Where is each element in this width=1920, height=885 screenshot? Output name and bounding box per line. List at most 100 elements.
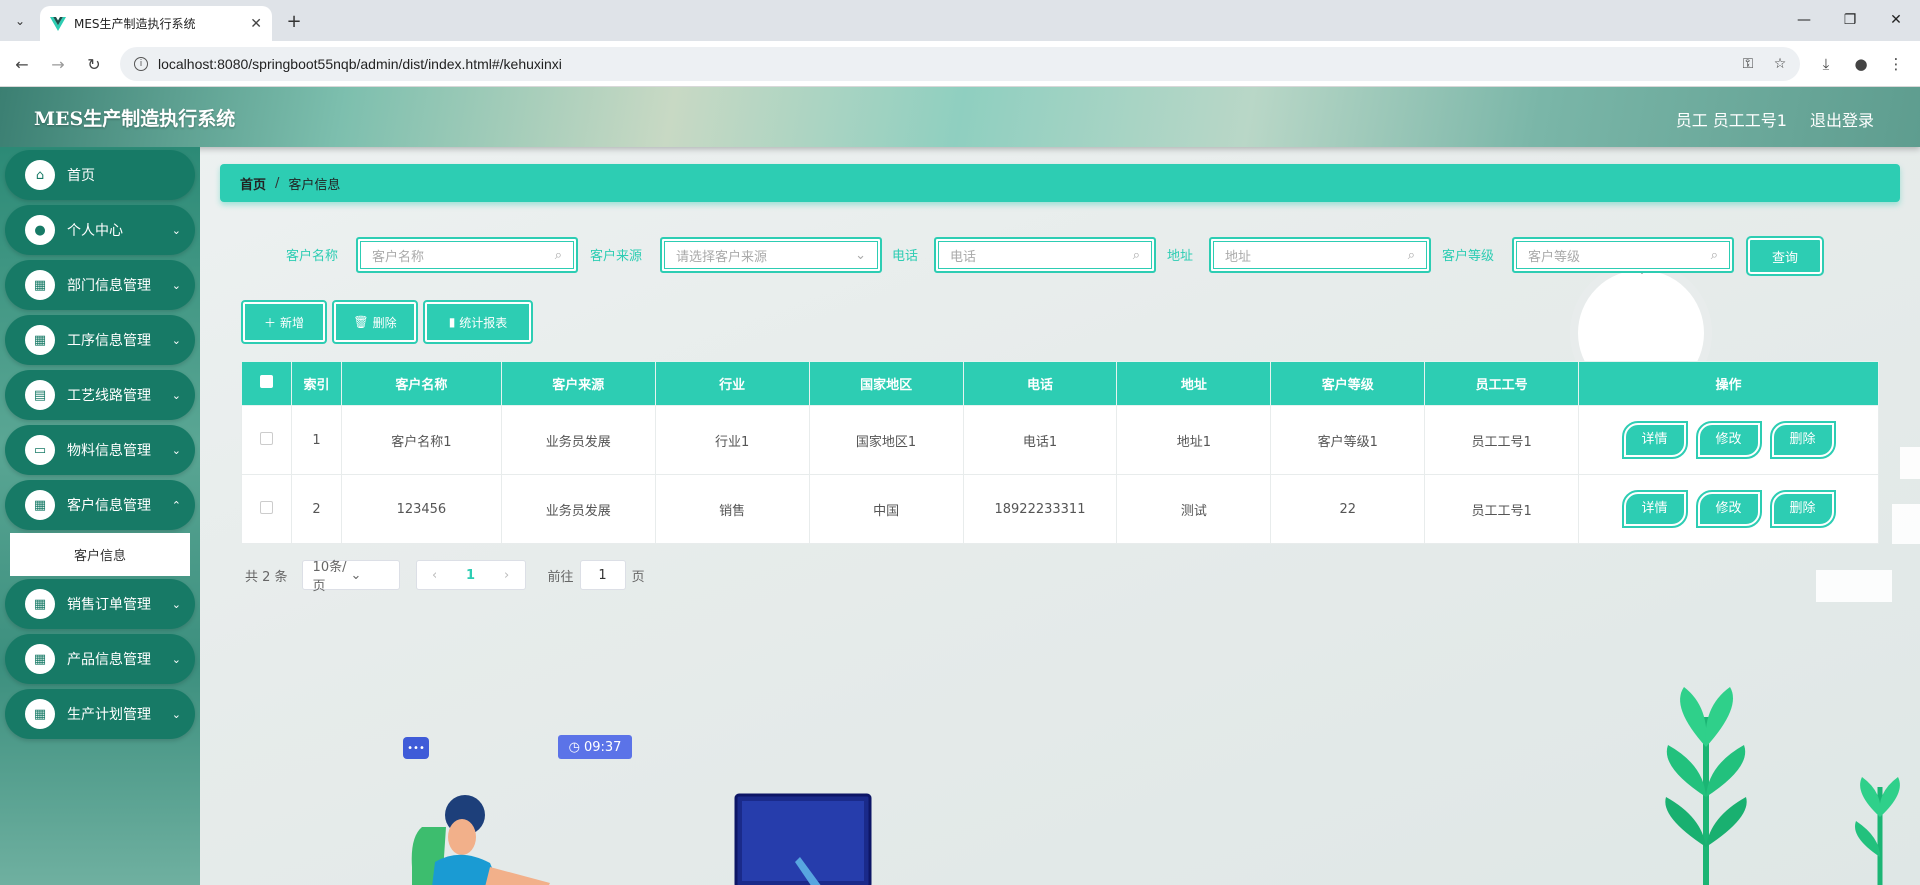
address-bar: ← → ↻ i localhost:8080/springboot55nqb/a…	[0, 41, 1920, 87]
table-cell: 销售	[654, 474, 810, 544]
main-content: 首页 / 客户信息 客户名称 客户名称 ⌕ 客户来源 请选择客户来源 ⌄ 电话 …	[200, 147, 1920, 885]
column-header: 索引	[290, 361, 342, 406]
search-form: 客户名称 客户名称 ⌕ 客户来源 请选择客户来源 ⌄ 电话 电话 ⌕ 地址 地址…	[200, 235, 1920, 276]
row-delete-button[interactable]: 删除	[1769, 421, 1836, 459]
current-page[interactable]: 1	[453, 568, 489, 583]
breadcrumb: 首页 / 客户信息	[220, 164, 1900, 202]
site-info-icon[interactable]: i	[134, 57, 148, 71]
monitor-icon: ▭	[25, 435, 55, 465]
chevron-down-icon: ⌄	[171, 707, 181, 721]
window-close-icon[interactable]: ✕	[1876, 8, 1916, 32]
goto-page: 前往 1 页	[548, 560, 645, 590]
query-button[interactable]: 查询	[1746, 236, 1824, 276]
sidebar-item-personal[interactable]: ● 个人中心 ⌄	[5, 205, 195, 255]
sidebar-item-material[interactable]: ▭ 物料信息管理 ⌄	[5, 425, 195, 475]
grid-icon: ▦	[25, 325, 55, 355]
table-cell: 业务员发展	[500, 474, 656, 544]
sidebar-item-label: 部门信息管理	[67, 278, 151, 294]
customer-level-label: 客户等级	[1442, 249, 1495, 264]
reload-icon[interactable]: ↻	[82, 52, 106, 76]
customer-name-input[interactable]: 客户名称 ⌕	[356, 237, 578, 273]
vue-logo-icon	[50, 16, 66, 31]
select-all-checkbox[interactable]	[259, 375, 273, 388]
tab-search-icon[interactable]: ⌄	[8, 9, 32, 33]
row-select-cell[interactable]	[241, 474, 292, 544]
column-header: 电话	[962, 361, 1118, 406]
grid-icon: ▦	[25, 699, 55, 729]
time-badge: ◷ 09:37	[558, 735, 632, 759]
new-tab-icon[interactable]: +	[282, 9, 306, 33]
search-icon: ⌕	[1132, 247, 1140, 263]
sidebar-item-sales-order[interactable]: ▦ 销售订单管理 ⌄	[5, 579, 195, 629]
customer-level-input[interactable]: 客户等级 ⌕	[1512, 237, 1734, 273]
app-brand: MES生产制造执行系统	[34, 108, 236, 130]
profile-icon[interactable]: ●	[1849, 52, 1873, 76]
back-icon[interactable]: ←	[10, 52, 34, 76]
row-checkbox[interactable]	[259, 431, 273, 445]
forward-icon[interactable]: →	[46, 52, 70, 76]
restore-icon[interactable]: ❐	[1830, 8, 1870, 32]
column-header: 客户来源	[500, 361, 656, 406]
clock-icon: ◷	[568, 739, 580, 755]
edit-button[interactable]: 修改	[1695, 490, 1762, 528]
bookmark-star-icon[interactable]: ☆	[1768, 56, 1792, 72]
address-input[interactable]: 地址 ⌕	[1209, 237, 1431, 273]
password-key-icon[interactable]: ⚿	[1736, 56, 1760, 72]
table-cell: 行业1	[654, 405, 810, 475]
logout-link[interactable]: 退出登录	[1810, 107, 1874, 131]
sidebar-item-route[interactable]: ▤ 工艺线路管理 ⌄	[5, 370, 195, 420]
breadcrumb-home[interactable]: 首页	[240, 174, 266, 193]
address-label: 地址	[1167, 249, 1194, 264]
app: MES生产制造执行系统 员工 员工工号1 退出登录 ⌂ 首页 ● 个人中心 ⌄ …	[0, 87, 1920, 885]
prev-page-icon[interactable]: ‹	[417, 568, 453, 583]
chevron-down-icon: ⌄	[171, 388, 181, 402]
report-button-label: 统计报表	[459, 315, 508, 330]
next-page-icon[interactable]: ›	[489, 568, 525, 583]
detail-button[interactable]: 详情	[1621, 421, 1688, 459]
table-cell: 客户名称1	[340, 405, 502, 475]
delete-button[interactable]: 🗑 删除	[332, 300, 418, 344]
page-size-select[interactable]: 10条/页 ⌄	[301, 560, 400, 594]
download-icon[interactable]: ⤓	[1814, 52, 1838, 76]
submenu-item-customer-info[interactable]: 客户信息	[10, 533, 190, 576]
sidebar-item-label: 物料信息管理	[67, 443, 151, 459]
grid-icon: ▦	[25, 644, 55, 674]
minimize-icon[interactable]: —	[1784, 8, 1824, 32]
customer-source-select[interactable]: 请选择客户来源 ⌄	[660, 237, 882, 273]
row-delete-button[interactable]: 删除	[1769, 490, 1836, 528]
goto-label: 前往	[547, 569, 574, 585]
row-select-cell[interactable]	[241, 405, 292, 475]
table-cell: 业务员发展	[500, 405, 656, 475]
more-menu-icon[interactable]: ⋮	[1884, 52, 1908, 76]
office-worker-illustration	[411, 793, 872, 885]
sidebar-item-home[interactable]: ⌂ 首页	[5, 150, 195, 200]
search-icon: ⌕	[1407, 247, 1415, 263]
sidebar-item-plan[interactable]: ▦ 生产计划管理 ⌄	[5, 689, 195, 739]
chevron-down-icon: ⌄	[171, 443, 181, 457]
detail-button[interactable]: 详情	[1621, 490, 1688, 528]
url-field[interactable]: i localhost:8080/springboot55nqb/admin/d…	[120, 47, 1800, 81]
sidebar-item-product[interactable]: ▦ 产品信息管理 ⌄	[5, 634, 195, 684]
sidebar-item-customer[interactable]: ▦ 客户信息管理 ⌃	[5, 480, 195, 530]
edit-button[interactable]: 修改	[1695, 421, 1762, 459]
add-button[interactable]: ＋ 新增	[241, 300, 327, 344]
browser-tabbar: ⌄ MES生产制造执行系统 ✕ + — ❐ ✕	[0, 0, 1920, 41]
report-button[interactable]: ▮ 统计报表	[423, 300, 533, 344]
browser-tab[interactable]: MES生产制造执行系统 ✕	[40, 6, 272, 41]
row-checkbox[interactable]	[259, 500, 273, 514]
phone-input[interactable]: 电话 ⌕	[934, 237, 1156, 273]
chevron-down-icon: ⌄	[171, 223, 181, 237]
goto-page-input[interactable]: 1	[579, 560, 626, 590]
chat-bubble-icon: •••	[403, 737, 429, 759]
app-header: MES生产制造执行系统 员工 员工工号1 退出登录	[0, 87, 1920, 147]
table-cell: 员工工号1	[1424, 474, 1580, 544]
sidebar-item-label: 产品信息管理	[67, 652, 151, 668]
table-cell: 中国	[808, 474, 964, 544]
sidebar-item-department[interactable]: ▦ 部门信息管理 ⌄	[5, 260, 195, 310]
sidebar-item-process[interactable]: ▦ 工序信息管理 ⌄	[5, 315, 195, 365]
grid-icon: ▦	[25, 589, 55, 619]
close-tab-icon[interactable]: ✕	[250, 16, 262, 32]
sidebar-item-label: 客户信息管理	[67, 498, 151, 514]
select-all-cell[interactable]	[241, 361, 292, 406]
phone-label: 电话	[892, 249, 919, 264]
